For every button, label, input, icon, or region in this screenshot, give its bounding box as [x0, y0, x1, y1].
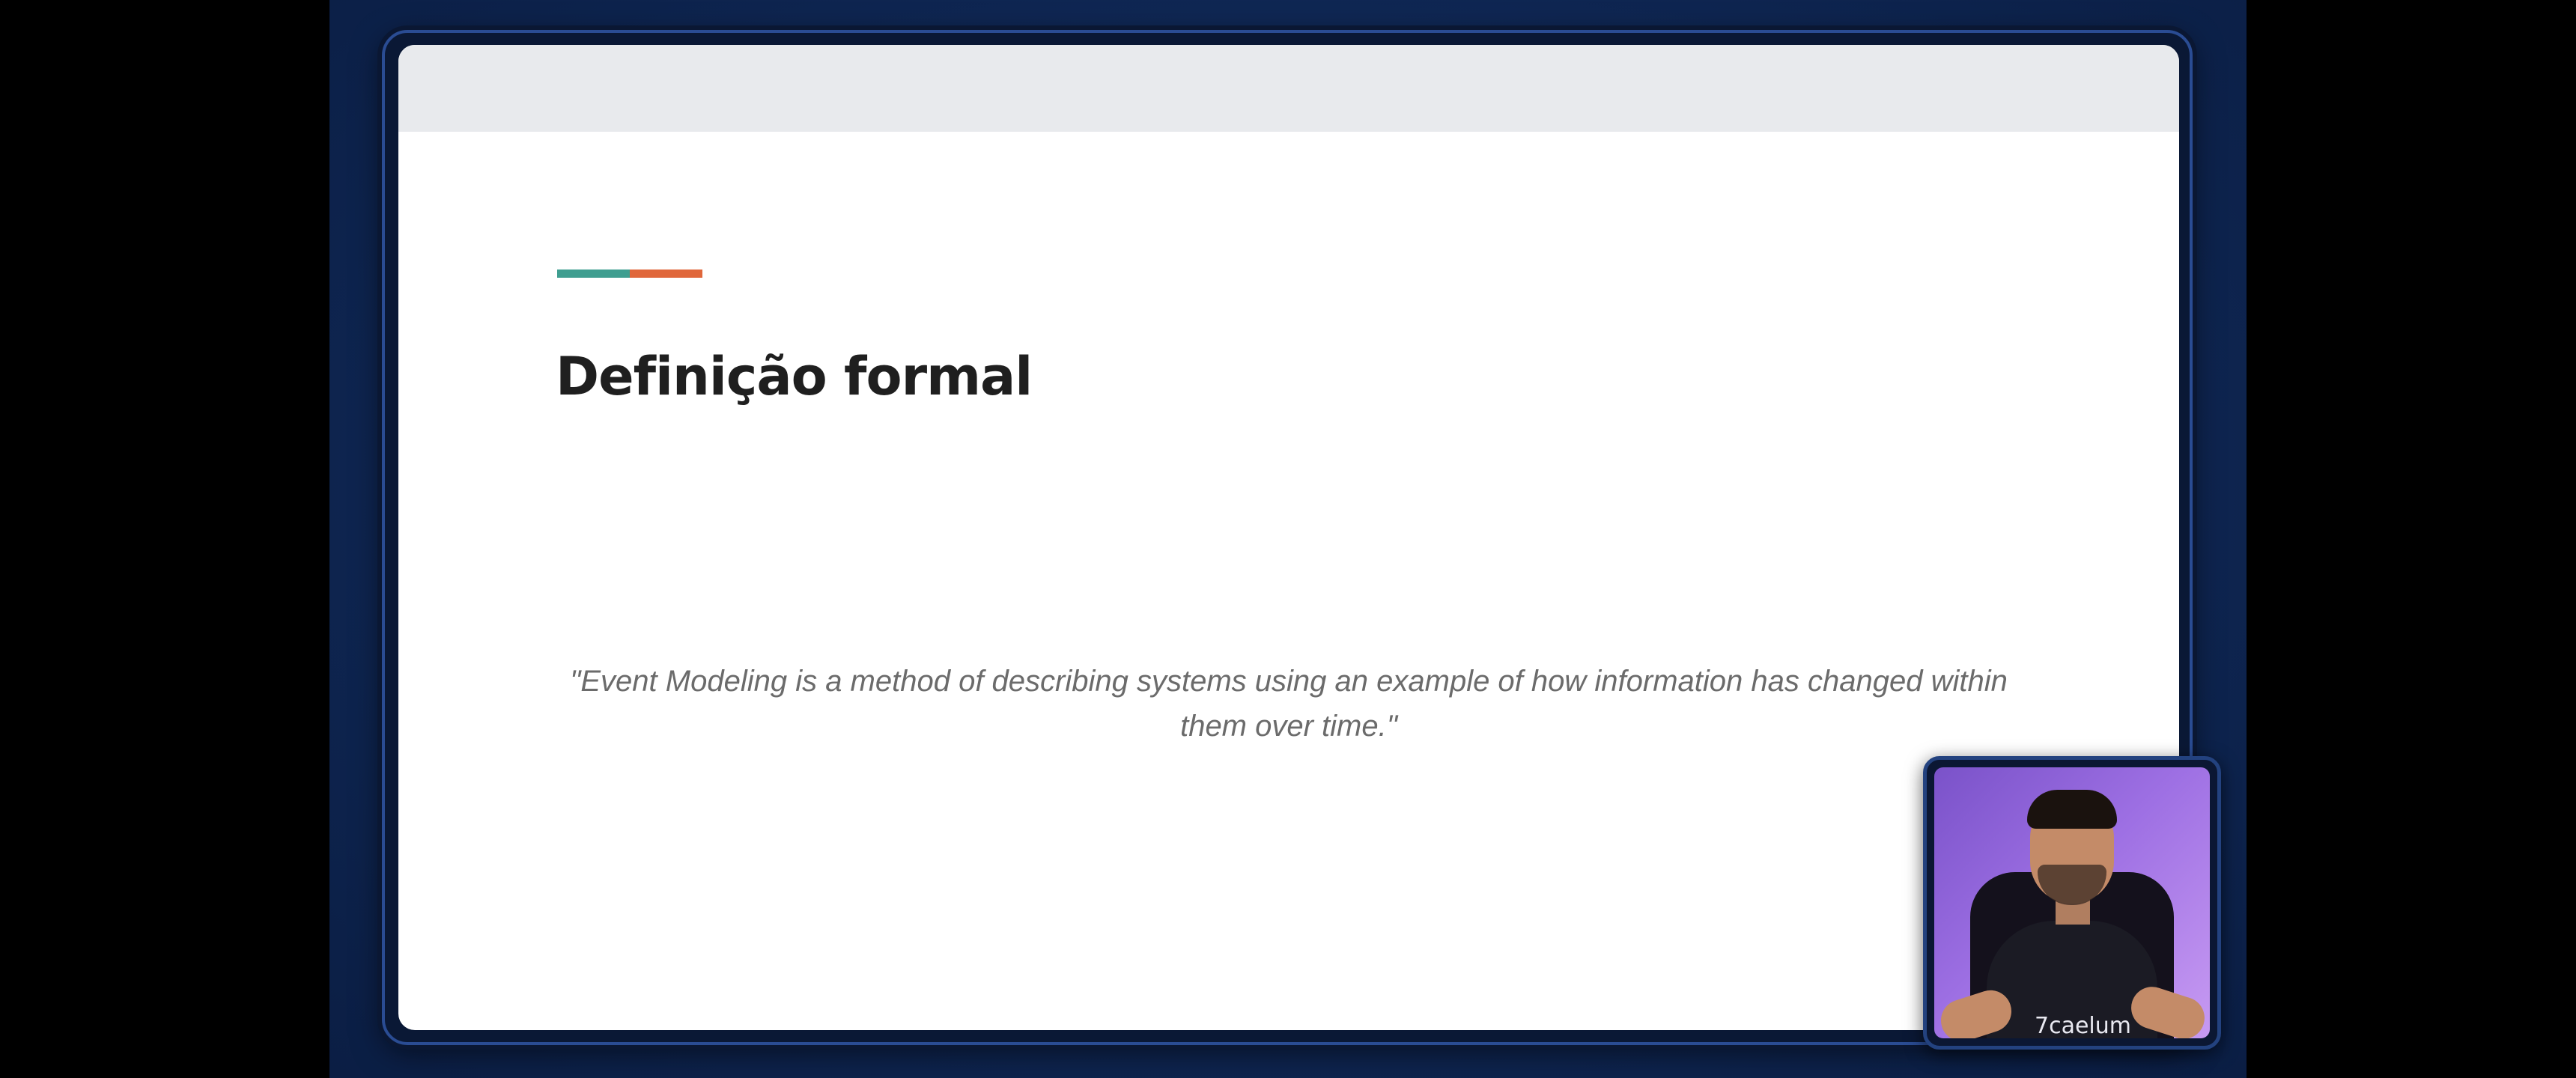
title-accent-line — [557, 270, 702, 278]
screen: Definição formal "Event Modeling is a me… — [0, 0, 2576, 1078]
slide-title: Definição formal — [556, 346, 1033, 407]
definition-quote: "Event Modeling is a method of describin… — [570, 665, 2008, 743]
presentation-slide: Definição formal "Event Modeling is a me… — [398, 45, 2179, 1030]
presenter-webcam: 7caelum — [1923, 756, 2221, 1050]
accent-line-orange — [630, 270, 702, 278]
shirt-logo-text: 7caelum — [2035, 1013, 2131, 1038]
webcam-video: 7caelum — [1934, 767, 2210, 1038]
presenter-hair — [2027, 790, 2117, 829]
accent-line-teal — [557, 270, 630, 278]
slide-header-bar — [398, 45, 2179, 132]
